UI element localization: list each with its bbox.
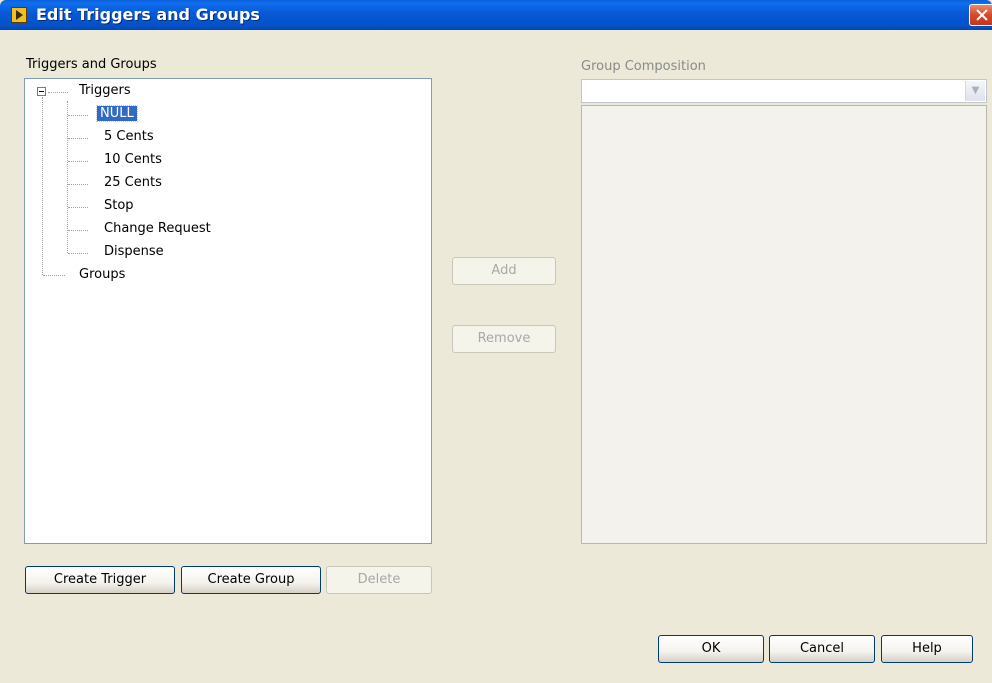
- tree-connector: [68, 184, 88, 185]
- group-composition-list[interactable]: [581, 105, 987, 544]
- tree-connector: [68, 207, 88, 208]
- tree-item-groups[interactable]: Groups: [76, 265, 128, 285]
- cancel-button[interactable]: Cancel: [769, 635, 875, 663]
- tree-connector: [68, 138, 88, 139]
- tree-item-label: 5 Cents: [104, 129, 154, 144]
- ok-button[interactable]: OK: [658, 635, 764, 663]
- close-icon[interactable]: [969, 4, 992, 26]
- title-bar[interactable]: Edit Triggers and Groups: [0, 0, 992, 30]
- tree-item-null[interactable]: NULL: [96, 104, 138, 124]
- tree-item-label: 25 Cents: [104, 175, 162, 190]
- group-composition-dropdown[interactable]: ▼: [581, 79, 987, 103]
- tree-connector: [68, 230, 88, 231]
- add-button[interactable]: Add: [452, 257, 556, 285]
- triggers-groups-tree[interactable]: Triggers NULL 5 Cents 10 Cents 25 Cents …: [24, 78, 432, 544]
- tree-connector: [68, 115, 88, 116]
- create-trigger-button[interactable]: Create Trigger: [25, 566, 175, 594]
- window-title: Edit Triggers and Groups: [36, 5, 260, 24]
- tree-connector: [68, 253, 88, 254]
- tree-item-10-cents[interactable]: 10 Cents: [101, 150, 165, 170]
- tree-connector: [42, 97, 43, 275]
- tree-item-label: NULL: [96, 105, 138, 122]
- tree-item-stop[interactable]: Stop: [101, 196, 137, 216]
- tree-item-label: Dispense: [104, 244, 164, 259]
- help-button[interactable]: Help: [881, 635, 973, 663]
- tree-item-label: 10 Cents: [104, 152, 162, 167]
- tree-item-label: Stop: [104, 198, 134, 213]
- tree-connector: [68, 161, 88, 162]
- dialog-window: Edit Triggers and Groups Triggers and Gr…: [0, 0, 992, 683]
- tree-item-25-cents[interactable]: 25 Cents: [101, 173, 165, 193]
- group-composition-label: Group Composition: [581, 59, 706, 74]
- tree-item-label: Groups: [79, 267, 126, 282]
- chevron-down-icon[interactable]: ▼: [965, 81, 985, 101]
- tree-item-change-request[interactable]: Change Request: [101, 219, 214, 239]
- tree-connector: [43, 275, 65, 276]
- app-icon: [11, 7, 27, 23]
- delete-button[interactable]: Delete: [326, 566, 432, 594]
- tree-connector: [48, 92, 68, 93]
- tree-item-label: Triggers: [79, 83, 131, 98]
- tree-item-triggers[interactable]: Triggers: [76, 81, 134, 101]
- collapse-icon[interactable]: [37, 87, 46, 96]
- tree-item-label: Change Request: [104, 221, 211, 236]
- create-group-button[interactable]: Create Group: [181, 566, 321, 594]
- tree-item-5-cents[interactable]: 5 Cents: [101, 127, 157, 147]
- remove-button[interactable]: Remove: [452, 325, 556, 353]
- tree-item-dispense[interactable]: Dispense: [101, 242, 167, 262]
- triggers-groups-label: Triggers and Groups: [26, 57, 157, 72]
